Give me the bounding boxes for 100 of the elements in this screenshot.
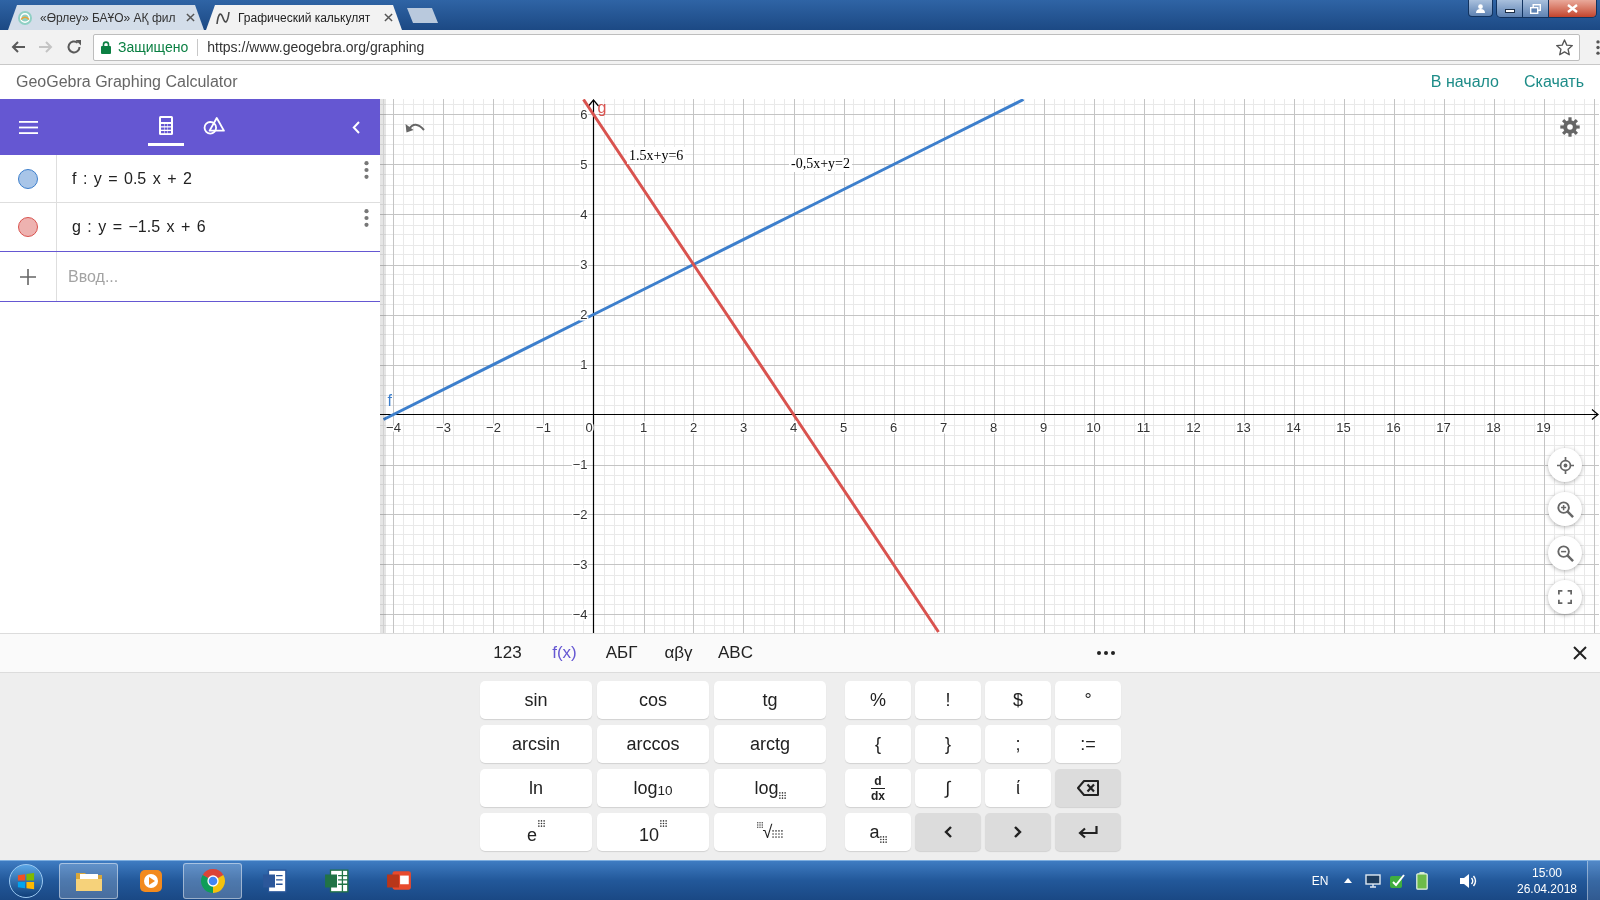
address-bar[interactable]: Защищено https://www.geogebra.org/graphing (93, 33, 1580, 61)
tick-label: 19 (1536, 419, 1551, 435)
more-icon[interactable] (1097, 651, 1115, 655)
security-indicator[interactable]: Защищено (101, 36, 189, 58)
show-desktop-button[interactable] (1587, 861, 1600, 900)
keyboard-key[interactable]: { (845, 725, 911, 763)
standard-view-button[interactable] (1548, 448, 1582, 482)
tick-label: 12 (1186, 419, 1201, 435)
keyboard-key[interactable]: sin (480, 681, 592, 719)
more-vertical-icon[interactable] (364, 161, 369, 179)
keyboard-key[interactable]: ί (985, 769, 1051, 807)
keyboard-tab[interactable]: АБГ (593, 634, 650, 672)
equation-text[interactable]: 1.5x+y=6 (627, 147, 686, 164)
tick-label: 6 (889, 419, 898, 435)
keyboard-key[interactable]: 10 (597, 813, 709, 851)
profile-button[interactable] (1468, 0, 1493, 17)
restore-button[interactable] (1523, 0, 1549, 17)
keyboard-key[interactable]: arccos (597, 725, 709, 763)
battery-icon[interactable] (1416, 871, 1428, 890)
keyboard-tab[interactable]: f(x) (536, 634, 593, 672)
undo-icon[interactable] (405, 121, 425, 133)
check-badge-icon[interactable] (1389, 872, 1405, 889)
dotted-rectangle-icon (772, 829, 784, 838)
close-icon[interactable] (384, 13, 393, 22)
document-icon (261, 867, 288, 894)
url-text[interactable]: https://www.geogebra.org/graphing (207, 36, 425, 58)
new-tab-button[interactable] (407, 8, 438, 23)
keyboard-key[interactable]: √ (714, 813, 826, 851)
back-arrow-icon[interactable] (10, 39, 26, 55)
keyboard-tab[interactable]: αβγ (650, 634, 707, 672)
tick-label: 5 (839, 419, 848, 435)
browser-tab[interactable]: Графический калькулят (206, 5, 402, 30)
person-icon (1476, 3, 1485, 13)
keyboard-key[interactable]: cos (597, 681, 709, 719)
close-button[interactable] (1549, 0, 1596, 17)
keyboard-key[interactable]: arcsin (480, 725, 592, 763)
tick-label: −3 (572, 557, 588, 572)
function-graph-line[interactable] (382, 99, 1025, 421)
zoom-in-icon (1556, 500, 1574, 518)
keyboard-key[interactable]: d dx (845, 769, 911, 807)
keyboard-key[interactable]: ; (985, 725, 1051, 763)
menu-icon[interactable] (18, 120, 38, 134)
taskbar-button[interactable] (59, 862, 118, 899)
nav-link[interactable]: Скачать (1524, 70, 1584, 94)
tick-label: −1 (572, 457, 588, 472)
keyboard-key[interactable]: tg (714, 681, 826, 719)
settings-icon[interactable] (1560, 117, 1580, 137)
keyboard-key[interactable]: a (845, 813, 911, 851)
keyboard-key[interactable]: % (845, 681, 911, 719)
star-icon[interactable] (1556, 38, 1573, 56)
app-title: GeoGebra Graphing Calculator (16, 72, 238, 92)
tick-label: 16 (1386, 419, 1401, 435)
close-icon[interactable] (1573, 646, 1587, 660)
language-indicator[interactable]: EN (1308, 871, 1332, 890)
fullscreen-button[interactable] (1548, 580, 1582, 614)
minimize-button[interactable] (1497, 0, 1523, 17)
tick-label: 1 (639, 419, 648, 435)
keyboard-tab[interactable]: ABC (707, 634, 764, 672)
keyboard-key[interactable]: ∫ (915, 769, 981, 807)
input-field[interactable]: Ввод... (57, 252, 380, 301)
keyboard-key[interactable]: ! (915, 681, 981, 719)
algebra-definition[interactable]: f : y = 0.5 x + 2 (72, 166, 192, 191)
resize-handle[interactable] (380, 99, 386, 633)
keyboard-tab[interactable]: 123 (479, 634, 536, 672)
round-logo-icon (18, 10, 32, 25)
keyboard-key[interactable]: log$_{10}$ (597, 769, 709, 807)
chevron-left-icon[interactable] (352, 120, 360, 134)
nav-link[interactable]: В начало (1430, 70, 1499, 94)
keyboard-key[interactable]: := (1055, 725, 1121, 763)
plus-icon[interactable] (20, 268, 36, 285)
keyboard-key[interactable] (1055, 813, 1121, 851)
triangle-circle-icon (203, 116, 225, 135)
reload-icon[interactable] (66, 39, 82, 55)
more-vertical-icon[interactable] (1596, 39, 1600, 55)
tick-label: 17 (1436, 419, 1451, 435)
zoom-in-button[interactable] (1548, 492, 1582, 526)
monitor-icon[interactable] (1365, 873, 1381, 888)
keyboard-key[interactable] (1055, 769, 1121, 807)
close-icon (1567, 4, 1578, 13)
calculator-icon (159, 116, 173, 135)
keyboard-key[interactable]: ° (1055, 681, 1121, 719)
equation-text[interactable]: -0,5x+y=2 (789, 155, 852, 172)
keyboard-key[interactable]: } (915, 725, 981, 763)
keyboard-key[interactable]: log (714, 769, 826, 807)
tick-label: 0 (585, 419, 593, 435)
start-button[interactable] (9, 863, 43, 898)
clock[interactable]: 15:00 26.04.2018 (1512, 861, 1582, 900)
caret-up-icon[interactable] (1344, 878, 1352, 883)
zoom-out-button[interactable] (1548, 536, 1582, 570)
tick-label: −3 (436, 419, 451, 435)
keyboard-key[interactable]: e (480, 813, 592, 851)
algebra-definition[interactable]: g : y = −1.5 x + 6 (72, 215, 206, 239)
enter-icon (1078, 825, 1098, 839)
keyboard-key[interactable]: $ (985, 681, 1051, 719)
browser-tab[interactable]: «Өрлеу» БАҰО» АҚ фил (8, 5, 204, 30)
segmented-circle-icon (199, 867, 226, 894)
more-vertical-icon[interactable] (364, 209, 369, 227)
speaker-icon[interactable] (1459, 872, 1477, 889)
keyboard-key[interactable]: arctg (714, 725, 826, 763)
keyboard-key[interactable]: ln (480, 769, 592, 807)
